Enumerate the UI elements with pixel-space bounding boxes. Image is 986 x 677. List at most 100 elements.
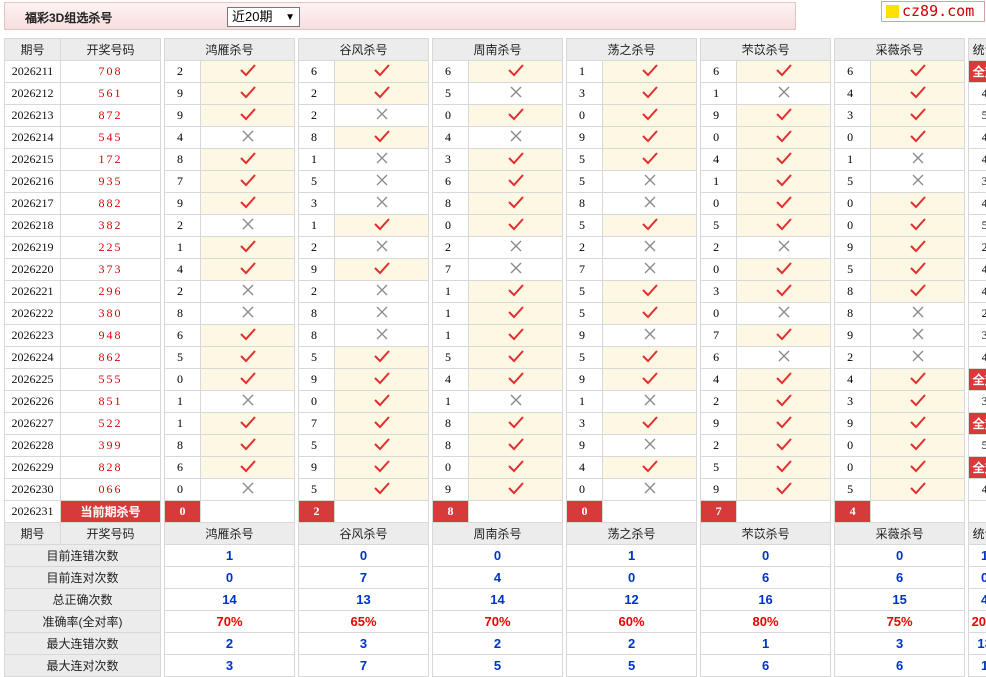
kill-number-cell: 2 xyxy=(700,390,738,413)
result-correct xyxy=(199,258,296,281)
result-correct xyxy=(602,368,698,391)
summary-value: 14 xyxy=(432,588,564,611)
summary-label: 最大连对次数 xyxy=(4,654,161,677)
result-wrong xyxy=(468,82,564,105)
kill-number-cell: 1 xyxy=(432,280,470,303)
check-icon xyxy=(775,63,792,76)
kill-number-cell: 0 xyxy=(164,478,201,501)
result-wrong xyxy=(334,104,430,127)
kill-number-cell: 5 xyxy=(298,346,336,369)
kill-number-cell: 9 xyxy=(700,478,738,501)
check-icon xyxy=(641,151,658,164)
kill-number-cell: 8 xyxy=(432,412,470,435)
check-icon xyxy=(373,437,390,450)
result-wrong xyxy=(334,236,430,259)
result-correct xyxy=(870,456,966,479)
check-icon xyxy=(909,459,926,472)
check-icon xyxy=(507,63,524,76)
header-expert: 鸿雁杀号 xyxy=(163,522,296,545)
site-logo[interactable]: cz89.com xyxy=(881,1,985,22)
cross-icon xyxy=(778,86,790,97)
kill-number-cell: 9 xyxy=(700,104,738,127)
check-icon xyxy=(239,459,256,472)
cross-icon xyxy=(376,328,387,339)
result-correct xyxy=(602,346,698,369)
summary-value: 0 xyxy=(566,566,698,589)
cross-icon xyxy=(778,306,790,317)
kill-number-cell: 1 xyxy=(700,170,738,193)
kill-number-cell: 8 xyxy=(164,434,201,457)
check-icon xyxy=(909,129,926,142)
period-range-select[interactable]: 近20期 ▼ xyxy=(227,7,300,27)
table-row: 20262117082 6 6 1 6 6 全对 xyxy=(4,60,986,83)
result-correct xyxy=(736,60,832,83)
kill-number-cell: 4 xyxy=(566,456,604,479)
check-icon xyxy=(641,217,658,230)
kill-number-cell: 2 xyxy=(164,60,201,83)
result-correct xyxy=(870,104,966,127)
check-icon xyxy=(507,217,524,230)
period-cell: 2026215 xyxy=(4,148,61,171)
kill-number-cell: 2 xyxy=(432,236,470,259)
result-correct xyxy=(199,82,296,105)
header-expert: 芣苡杀号 xyxy=(700,522,832,545)
result-wrong xyxy=(334,170,430,193)
all-right-badge: 全对 xyxy=(968,60,986,83)
draw-number-cell: 948 xyxy=(60,324,161,347)
kill-number-cell: 0 xyxy=(566,478,604,501)
summary-value: 3 xyxy=(834,632,966,655)
header-expert: 谷风杀号 xyxy=(298,522,430,545)
result-correct xyxy=(870,258,966,281)
cross-icon xyxy=(376,174,387,185)
kill-number-cell: 2 xyxy=(298,104,336,127)
stat-cell: 3 xyxy=(968,390,986,413)
check-icon xyxy=(909,283,926,296)
check-icon xyxy=(239,437,256,450)
cross-icon xyxy=(778,350,790,361)
result-correct xyxy=(870,126,966,149)
period-cell: 2026223 xyxy=(4,324,61,347)
current-kill-label: 当前期杀号 xyxy=(60,500,161,523)
stat-cell: 5 xyxy=(968,104,986,127)
draw-number-cell: 708 xyxy=(60,60,161,83)
kill-number-cell: 5 xyxy=(298,434,336,457)
kill-number-cell: 3 xyxy=(298,192,336,215)
current-kill-number: 0 xyxy=(566,500,604,523)
check-icon xyxy=(775,283,792,296)
summary-row: 目前连对次数0740660 xyxy=(4,566,986,589)
check-icon xyxy=(909,85,926,98)
result-wrong xyxy=(468,258,564,281)
empty-cell xyxy=(602,500,698,523)
summary-value: 3 xyxy=(163,654,296,677)
table-row: 20262300660590954 xyxy=(4,478,986,501)
period-cell: 2026225 xyxy=(4,368,61,391)
kill-number-cell: 1 xyxy=(298,148,336,171)
result-correct xyxy=(468,368,564,391)
stat-cell: 4 xyxy=(968,258,986,281)
cross-icon xyxy=(644,174,656,185)
kill-number-cell: 7 xyxy=(566,258,604,281)
check-icon xyxy=(239,151,256,164)
table-row: 20262169357 5 6 5 1 5 3 xyxy=(4,170,986,193)
current-kill-number: 0 xyxy=(164,500,201,523)
cross-icon xyxy=(778,240,790,251)
check-icon xyxy=(373,481,390,494)
summary-value: 5 xyxy=(566,654,698,677)
header-expert: 芣苡杀号 xyxy=(700,38,832,61)
kill-number-cell: 7 xyxy=(164,170,201,193)
period-cell: 2026219 xyxy=(4,236,61,259)
check-icon xyxy=(641,305,658,318)
kill-number-cell: 9 xyxy=(566,324,604,347)
period-cell: 2026214 xyxy=(4,126,61,149)
kill-number-cell: 0 xyxy=(432,104,470,127)
kill-number-cell: 3 xyxy=(566,82,604,105)
check-icon xyxy=(641,129,658,142)
result-correct xyxy=(468,148,564,171)
draw-number-cell: 399 xyxy=(60,434,161,457)
header-draw: 开奖号码 xyxy=(60,522,161,545)
kill-number-cell: 2 xyxy=(164,280,201,303)
kill-number-cell: 2 xyxy=(298,280,336,303)
header-expert: 谷风杀号 xyxy=(298,38,430,61)
kill-number-cell: 9 xyxy=(700,412,738,435)
result-correct xyxy=(334,214,430,237)
